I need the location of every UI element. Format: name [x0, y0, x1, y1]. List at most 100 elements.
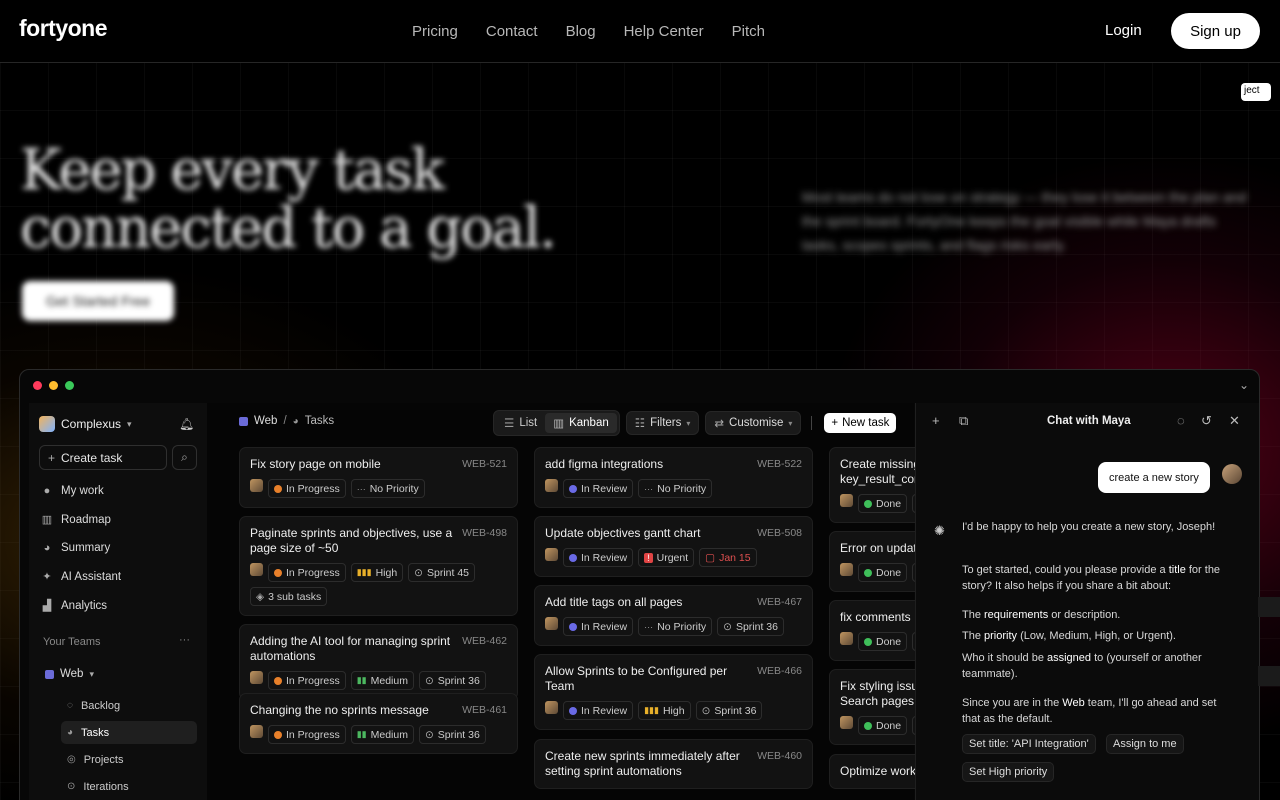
- status-tag[interactable]: Done: [858, 494, 908, 513]
- assignee-avatar[interactable]: [250, 563, 263, 576]
- nav-link-help-center[interactable]: Help Center: [624, 23, 704, 40]
- filters-label: Filters: [650, 417, 682, 429]
- sprint-tag[interactable]: ⊙ Sprint 36: [418, 725, 486, 744]
- close-dot-icon[interactable]: [33, 381, 42, 390]
- priority-tag[interactable]: ▮▮▮ High: [638, 701, 691, 720]
- status-tag[interactable]: Done: [858, 632, 908, 651]
- priority-tag[interactable]: ▮▮ Medium: [350, 725, 414, 744]
- priority-tag[interactable]: ··· No Priority: [350, 479, 425, 498]
- plus-icon: +: [48, 450, 56, 465]
- status-tag[interactable]: In Progress: [268, 563, 346, 582]
- status-tag[interactable]: In Review: [563, 617, 634, 636]
- status-tag[interactable]: In Progress: [268, 725, 346, 744]
- search-icon[interactable]: ⌕: [172, 445, 197, 470]
- sidebar-item-my-work[interactable]: ● My work: [41, 485, 104, 497]
- nav-link-pricing[interactable]: Pricing: [412, 23, 458, 40]
- list-view-tab[interactable]: ☰ List: [496, 413, 545, 433]
- task-card[interactable]: Paginate sprints and objectives, use a p…: [239, 516, 518, 616]
- task-card[interactable]: Adding the AI tool for managing sprint a…: [239, 624, 518, 700]
- workspace-switcher[interactable]: Complexus ▾: [39, 416, 132, 432]
- assignee-avatar[interactable]: [545, 617, 558, 630]
- team-item-iterations[interactable]: ⊙ Iterations: [61, 775, 197, 798]
- tag-label: Sprint 45: [426, 566, 470, 579]
- sprint-tag[interactable]: ⊙ Sprint 36: [717, 617, 784, 636]
- login-link[interactable]: Login: [1105, 22, 1142, 39]
- priority-icon: ···: [644, 483, 654, 494]
- plus-icon[interactable]: +: [932, 413, 940, 428]
- filters-button[interactable]: ☷ Filters ▾: [625, 411, 700, 435]
- priority-tag[interactable]: ! Urgent: [638, 548, 695, 567]
- assignee-avatar[interactable]: [840, 632, 853, 645]
- status-tag[interactable]: Done: [858, 716, 908, 735]
- nav-link-contact[interactable]: Contact: [486, 23, 538, 40]
- create-task-button[interactable]: + Create task: [39, 445, 167, 470]
- task-title: Create new sprints immediately after set…: [545, 749, 740, 778]
- signup-button[interactable]: Sign up: [1171, 13, 1260, 49]
- sidebar-item-analytics[interactable]: ▟ Analytics: [41, 599, 107, 613]
- assignee-avatar[interactable]: [545, 548, 558, 561]
- team-item-projects[interactable]: ◎ Projects: [61, 748, 197, 771]
- new-window-icon[interactable]: ⧉: [959, 413, 968, 429]
- sprint-tag[interactable]: ⊙ Sprint 36: [695, 701, 763, 720]
- team-item-backlog[interactable]: ◌ Backlog: [61, 694, 197, 717]
- sidebar-item-ai-assistant[interactable]: ✦ AI Assistant: [41, 570, 121, 584]
- text: Who it should be: [962, 652, 1047, 664]
- kanban-view-tab[interactable]: ▥ Kanban: [545, 413, 617, 433]
- priority-tag[interactable]: ··· No Priority: [638, 617, 713, 636]
- assignee-avatar[interactable]: [545, 479, 558, 492]
- priority-tag[interactable]: ▮▮ Medium: [350, 671, 414, 690]
- assignee-avatar[interactable]: [250, 479, 263, 492]
- bell-icon[interactable]: 🔔︎: [179, 417, 194, 431]
- suggestion-chip[interactable]: Set High priority: [962, 762, 1055, 782]
- status-tag[interactable]: Done: [858, 563, 908, 582]
- new-task-button[interactable]: + New task: [824, 413, 897, 433]
- assignee-avatar[interactable]: [840, 494, 853, 507]
- status-tag[interactable]: In Review: [563, 548, 634, 567]
- status-tag[interactable]: In Review: [563, 479, 634, 498]
- task-card[interactable]: Allow Sprints to be Configured per Team W…: [534, 654, 813, 730]
- status-tag[interactable]: In Progress: [268, 671, 346, 690]
- maximize-dot-icon[interactable]: [65, 381, 74, 390]
- task-card[interactable]: Fix story page on mobile WEB-521 In Progre…: [239, 447, 518, 508]
- sprint-tag[interactable]: ⊙ Sprint 45: [408, 563, 476, 582]
- get-started-button[interactable]: Get Started Free: [22, 281, 174, 321]
- status-tag[interactable]: In Review: [563, 701, 634, 720]
- more-icon[interactable]: ···: [179, 634, 190, 646]
- tag-label: No Priority: [369, 482, 419, 495]
- assignee-avatar[interactable]: [250, 671, 263, 684]
- task-card[interactable]: Update objectives gantt chart WEB-508 In R…: [534, 516, 813, 577]
- sidebar-item-roadmap[interactable]: ▥ Roadmap: [41, 513, 111, 527]
- sub-tag[interactable]: ◈ 3 sub tasks: [250, 587, 328, 606]
- date-tag[interactable]: ▢ Jan 15: [699, 548, 757, 567]
- assignee-avatar[interactable]: [840, 716, 853, 729]
- minimize-dot-icon[interactable]: [49, 381, 58, 390]
- assignee-avatar[interactable]: [545, 701, 558, 714]
- customise-button[interactable]: ⇄ Customise ▾: [705, 411, 802, 435]
- priority-tag[interactable]: ··· No Priority: [638, 479, 713, 498]
- assignee-avatar[interactable]: [250, 725, 263, 738]
- task-card[interactable]: Changing the no sprints message WEB-461 In…: [239, 693, 518, 754]
- status-dot-icon: [569, 706, 577, 715]
- team-item-tasks[interactable]: ◕ Tasks: [61, 721, 197, 744]
- task-card[interactable]: Create new sprints immediately after set…: [534, 739, 813, 789]
- priority-tag[interactable]: ▮▮▮ High: [350, 563, 404, 582]
- assistant-list-item: The priority (Low, Medium, High, or Urge…: [962, 629, 1234, 645]
- history-icon[interactable]: ↺: [1201, 413, 1212, 429]
- suggestion-chip[interactable]: Set title: 'API Integration': [962, 734, 1096, 754]
- team-web[interactable]: Web ▾: [45, 668, 94, 680]
- sprint-tag[interactable]: ⊙ Sprint 36: [418, 671, 486, 690]
- status-dot-icon: [274, 484, 282, 493]
- task-card[interactable]: add figma integrations WEB-522 In Review ··…: [534, 447, 813, 508]
- task-card[interactable]: Add title tags on all pages WEB-467 In Rev…: [534, 585, 813, 646]
- brand-logo[interactable]: fortyone: [19, 15, 108, 42]
- overflow-block: [1258, 666, 1280, 686]
- sidebar-item-summary[interactable]: ◕ Summary: [41, 542, 111, 554]
- suggestion-chip[interactable]: Assign to me: [1106, 734, 1184, 754]
- assignee-avatar[interactable]: [840, 563, 853, 576]
- breadcrumb-team[interactable]: Web: [254, 415, 277, 427]
- close-icon[interactable]: ✕: [1229, 413, 1240, 429]
- status-tag[interactable]: In Progress: [268, 479, 346, 498]
- nav-link-pitch[interactable]: Pitch: [732, 23, 765, 40]
- nav-link-blog[interactable]: Blog: [566, 23, 596, 40]
- chevron-down-icon[interactable]: ⌄: [1239, 378, 1249, 392]
